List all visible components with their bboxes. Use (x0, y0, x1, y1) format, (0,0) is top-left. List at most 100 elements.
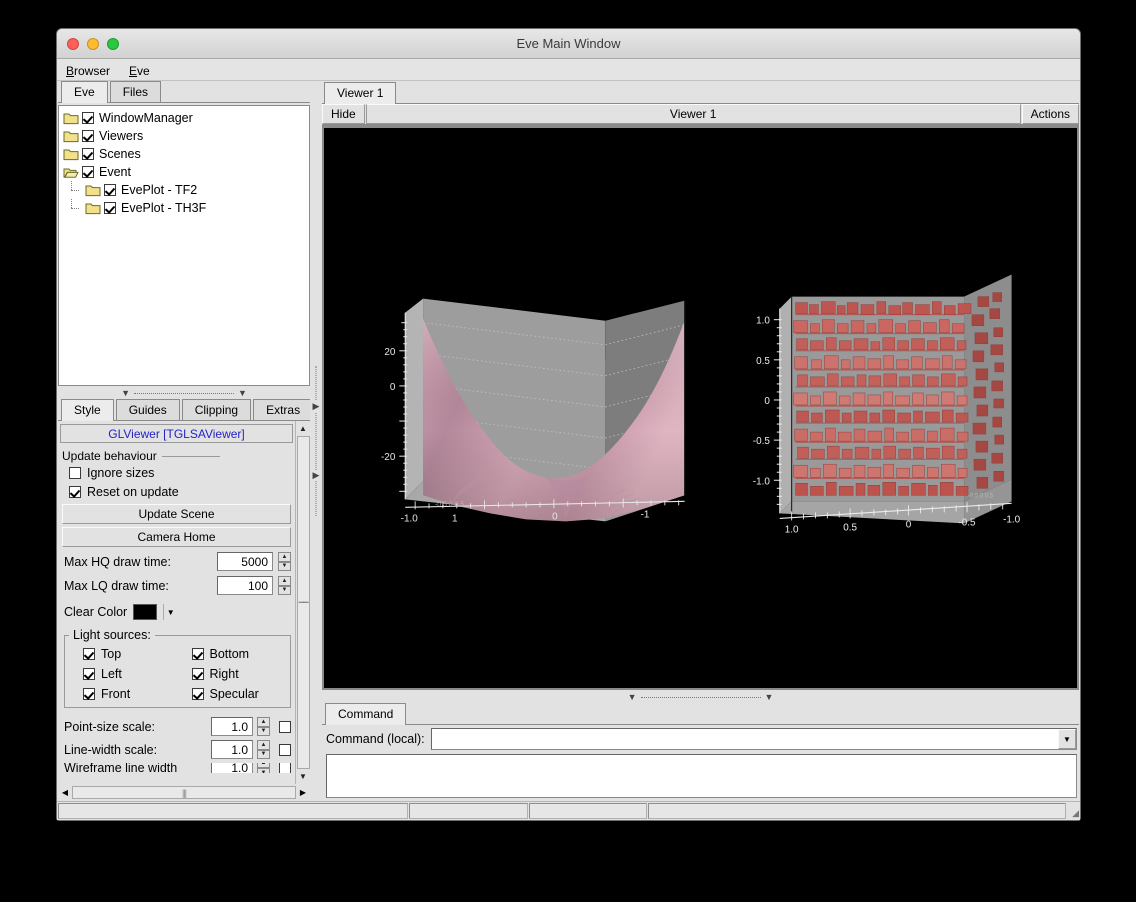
checkbox-reset-on-update[interactable]: Reset on update (62, 482, 291, 501)
scroll-up-icon[interactable]: ▲ (297, 422, 310, 435)
checkbox-light-right[interactable]: Right (178, 664, 287, 683)
scroll-right-icon[interactable]: ▶ (296, 786, 310, 799)
status-segment-2 (409, 803, 528, 819)
max-hq-draw-time-stepper[interactable]: ▲ ▼ (278, 552, 291, 571)
hide-button[interactable]: Hide (322, 104, 365, 124)
tab-guides[interactable]: Guides (116, 399, 180, 420)
menu-eve-label: ve (137, 64, 150, 78)
checkbox-light-front[interactable]: Front (69, 684, 178, 703)
zoom-button[interactable] (107, 38, 119, 50)
checkbox-icon[interactable] (82, 166, 94, 178)
main-vertical-splitter[interactable]: ▶ ▶ (310, 82, 322, 800)
command-combobox[interactable]: ▼ (431, 728, 1077, 750)
tree-item-eveplot-th3f[interactable]: EvePlot - TH3F (63, 199, 309, 217)
menu-browser[interactable]: Browser (57, 59, 120, 80)
scroll-left-icon[interactable]: ◀ (58, 786, 72, 799)
style-panel-vscrollbar[interactable]: ▲ ━━ ▼ (295, 421, 310, 784)
tree-item-eveplot-tf2[interactable]: EvePlot - TF2 (63, 181, 309, 199)
clear-color-label: Clear Color (64, 605, 127, 619)
close-button[interactable] (67, 38, 79, 50)
dropdown-arrow-icon[interactable]: ▼ (1058, 729, 1076, 749)
spinner-up-icon[interactable]: ▲ (257, 740, 270, 750)
checkbox-label: Ignore sizes (87, 466, 154, 480)
checkbox-icon[interactable] (83, 648, 95, 660)
line-width-scale-stepper[interactable]: ▲ ▼ (257, 740, 270, 759)
max-lq-draw-time-stepper[interactable]: ▲ ▼ (278, 576, 291, 595)
line-width-scale-row: Line-width scale: 1.0 ▲ ▼ (64, 740, 291, 759)
style-panel-hscrollbar[interactable]: ◀ ||| ▶ (58, 785, 310, 800)
tab-eve[interactable]: Eve (61, 81, 108, 103)
checkbox-icon[interactable] (192, 688, 204, 700)
wireframe-line-width-stepper[interactable]: ▲ ▼ (257, 763, 270, 773)
spinner-down-icon[interactable]: ▼ (257, 750, 270, 760)
tree-item-viewers[interactable]: Viewers (63, 127, 309, 145)
point-size-scale-input[interactable]: 1.0 (211, 717, 253, 736)
checkbox-ignore-sizes[interactable]: Ignore sizes (62, 463, 291, 482)
scroll-down-icon[interactable]: ▼ (297, 770, 310, 783)
checkbox-icon[interactable] (69, 486, 81, 498)
checkbox-light-bottom[interactable]: Bottom (178, 644, 287, 663)
tree-item-windowmanager[interactable]: WindowManager (63, 109, 309, 127)
menu-browser-label: rowser (74, 64, 110, 78)
menu-eve[interactable]: Eve (120, 59, 160, 80)
tree-item-event[interactable]: Event (63, 163, 309, 181)
checkbox-icon[interactable] (82, 112, 94, 124)
spinner-up-icon[interactable]: ▲ (257, 717, 270, 727)
hscroll-thumb[interactable]: ||| (72, 786, 296, 799)
status-segment-4 (648, 803, 1066, 819)
camera-home-button[interactable]: Camera Home (62, 527, 291, 547)
checkbox-icon[interactable] (69, 467, 81, 479)
checkbox-label: Right (210, 667, 239, 681)
tree-item-label: EvePlot - TF2 (121, 183, 197, 197)
gl-viewer-canvas[interactable]: 20 0 -20 (322, 125, 1079, 690)
viewer-command-splitter[interactable]: ▼ ▼ (322, 690, 1079, 704)
clear-color-swatch[interactable] (133, 604, 157, 620)
tab-files[interactable]: Files (110, 81, 161, 102)
tab-viewer-1[interactable]: Viewer 1 (324, 82, 396, 104)
scroll-thumb[interactable]: ━━ (297, 436, 310, 769)
spinner-down-icon[interactable]: ▼ (257, 727, 270, 737)
checkbox-icon[interactable] (104, 184, 116, 196)
resize-grip-icon[interactable]: ◢ (1067, 803, 1079, 819)
line-width-scale-checkbox[interactable] (279, 744, 291, 756)
checkbox-icon[interactable] (82, 130, 94, 142)
max-lq-draw-time-input[interactable]: 100 (217, 576, 273, 595)
command-input[interactable] (432, 729, 1058, 749)
checkbox-icon[interactable] (192, 648, 204, 660)
tab-style[interactable]: Style (61, 399, 114, 421)
tab-clipping[interactable]: Clipping (182, 399, 251, 420)
window-titlebar[interactable]: Eve Main Window (57, 29, 1080, 59)
chevron-right-icon: ▶ (313, 470, 320, 481)
wireframe-line-width-input[interactable]: 1.0 (211, 763, 253, 773)
minimize-button[interactable] (87, 38, 99, 50)
point-size-scale-checkbox[interactable] (279, 721, 291, 733)
checkbox-icon[interactable] (83, 688, 95, 700)
folder-open-icon (63, 166, 79, 179)
checkbox-icon[interactable] (82, 148, 94, 160)
spinner-down-icon[interactable]: ▼ (278, 562, 291, 572)
line-width-scale-input[interactable]: 1.0 (211, 740, 253, 759)
checkbox-icon[interactable] (104, 202, 116, 214)
point-size-scale-stepper[interactable]: ▲ ▼ (257, 717, 270, 736)
spinner-down-icon[interactable]: ▼ (257, 768, 270, 773)
dropdown-arrow-icon[interactable]: ▼ (163, 604, 177, 620)
checkbox-icon[interactable] (83, 668, 95, 680)
tree-item-scenes[interactable]: Scenes (63, 145, 309, 163)
command-output[interactable] (326, 754, 1077, 798)
checkbox-light-left[interactable]: Left (69, 664, 178, 683)
checkbox-light-top[interactable]: Top (69, 644, 178, 663)
tab-extras[interactable]: Extras (253, 399, 313, 420)
update-scene-button[interactable]: Update Scene (62, 504, 291, 524)
max-hq-draw-time-input[interactable]: 5000 (217, 552, 273, 571)
checkbox-icon[interactable] (192, 668, 204, 680)
spinner-up-icon[interactable]: ▲ (278, 576, 291, 586)
left-panel-splitter[interactable]: ▼ ▼ (58, 386, 310, 400)
object-tree[interactable]: WindowManager Viewers Sc (58, 105, 310, 386)
spinner-down-icon[interactable]: ▼ (278, 586, 291, 596)
checkbox-light-specular[interactable]: Specular (178, 684, 287, 703)
tab-command[interactable]: Command (325, 703, 406, 725)
wireframe-line-width-checkbox[interactable] (279, 763, 291, 773)
eve-main-window: Eve Main Window Browser Eve Eve Files (56, 28, 1081, 821)
actions-button[interactable]: Actions (1022, 104, 1079, 124)
spinner-up-icon[interactable]: ▲ (278, 552, 291, 562)
